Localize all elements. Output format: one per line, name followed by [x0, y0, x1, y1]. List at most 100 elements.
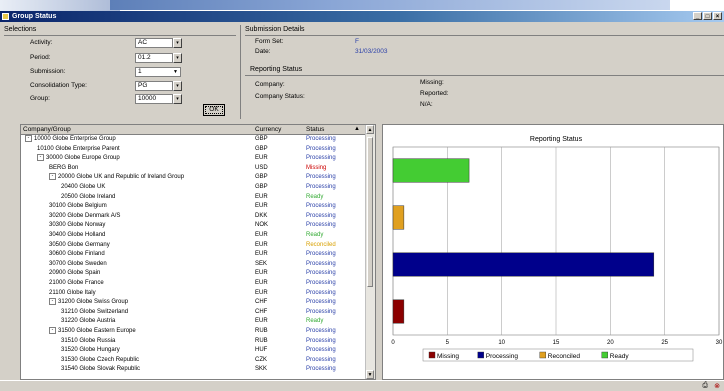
column-currency[interactable]: Currency [255, 125, 281, 134]
expand-collapse-icon[interactable]: - [49, 327, 56, 334]
tree-row-name: 10100 Globe Enterprise Parent [37, 145, 120, 153]
tree-row[interactable]: -20000 Globe UK and Republic of Ireland … [21, 173, 367, 181]
tree-row-label: 30500 Globe Germany [49, 241, 110, 248]
tree-row[interactable]: 20500 Globe Ireland EUR Ready [21, 193, 367, 201]
close-button[interactable]: × [713, 12, 722, 20]
activity-spinner[interactable]: ▾ [173, 38, 182, 48]
column-status[interactable]: Status [306, 125, 324, 134]
tree-row[interactable]: 30300 Globe Norway NOK Processing [21, 221, 367, 229]
tree-row-name: -20000 Globe UK and Republic of Ireland … [49, 173, 184, 181]
tree-row-name: 30200 Globe Denmark A/S [49, 212, 120, 220]
column-sort-icon[interactable]: ▲ [354, 125, 360, 134]
tree-row[interactable]: -31500 Globe Eastern Europe RUB Processing [21, 327, 367, 335]
period-spinner[interactable]: ▾ [173, 53, 182, 63]
tree-row-label: 30300 Globe Norway [49, 222, 106, 229]
tree-row[interactable]: 31520 Globe Hungary HUF Processing [21, 346, 367, 354]
reported-label: Reported: [420, 90, 449, 97]
tree-row[interactable]: 30700 Globe Sweden SEK Processing [21, 260, 367, 268]
tree-row-name: -31200 Globe Swiss Group [49, 298, 128, 306]
tree-row-label: 30100 Globe Belgium [49, 203, 107, 210]
tree-row[interactable]: -31200 Globe Swiss Group CHF Processing [21, 298, 367, 306]
group-spinner[interactable]: ▾ [173, 94, 182, 104]
tree-row[interactable]: 21000 Globe France EUR Processing [21, 279, 367, 287]
tree-row-name: 31510 Globe Russia [61, 337, 115, 345]
group-field[interactable]: 10000 [135, 94, 173, 104]
x-tick-label: 20 [607, 340, 614, 346]
tree-row-name: 30100 Globe Belgium [49, 202, 107, 210]
tree-row-label: 31200 Globe Swiss Group [58, 299, 129, 306]
tree-row-status: Missing [306, 164, 327, 171]
x-tick-label: 25 [661, 340, 668, 346]
tree-row-name: 30600 Globe Finland [49, 250, 105, 258]
tree-row-name: 30500 Globe Germany [49, 241, 110, 249]
tree-row[interactable]: 30600 Globe Finland EUR Processing [21, 250, 367, 258]
tree-row[interactable]: 30400 Globe Holland EUR Ready [21, 231, 367, 239]
reporting-status-chart: Reporting Status 0 5 10 15 20 25 30 Missing Proce… [382, 124, 724, 380]
legend-label: Ready [610, 353, 630, 360]
tree-row-status: Processing [306, 270, 336, 277]
tree-row-currency: HUF [255, 347, 268, 354]
titlebar: Group Status _ □ × [0, 11, 724, 22]
expand-collapse-icon[interactable]: - [49, 173, 56, 181]
tree-scrollbar[interactable]: ▲ ▼ [365, 125, 375, 379]
tree-row[interactable]: 20400 Globe UK GBP Processing [21, 183, 367, 191]
tree-row[interactable]: 10100 Globe Enterprise Parent GBP Processi… [21, 145, 367, 153]
tree-row-status: Ready [306, 193, 324, 200]
tree-row-status: Processing [306, 251, 336, 258]
scroll-up-arrow[interactable]: ▲ [366, 125, 374, 134]
tree-row[interactable]: 30100 Globe Belgium EUR Processing [21, 202, 367, 210]
tree-row[interactable]: 31530 Globe Czech Republic CZK Processing [21, 356, 367, 364]
tree-row[interactable]: 20900 Globe Spain EUR Processing [21, 269, 367, 277]
tree-row[interactable]: 31540 Globe Slovak Republic SKK Processing [21, 365, 367, 373]
consolidation-spinner[interactable]: ▾ [173, 81, 182, 91]
na-label: N/A: [420, 101, 433, 108]
tree-row[interactable]: 30500 Globe Germany EUR Reconciled [21, 241, 367, 249]
minimize-button[interactable]: _ [693, 12, 702, 20]
tree-row-currency: EUR [255, 241, 268, 248]
maximize-button[interactable]: □ [703, 12, 712, 20]
exit-icon[interactable]: ⊗ [714, 382, 720, 390]
tree-row[interactable]: 31210 Globe Switzerland CHF Processing [21, 308, 367, 316]
chevron-down-icon[interactable]: ▼ [171, 68, 180, 76]
tree-row-label: 30700 Globe Sweden [49, 260, 107, 267]
ok-button[interactable]: OK [203, 104, 225, 116]
consolidation-type-field[interactable]: PG [135, 81, 173, 91]
tree-row[interactable]: BERG Bon USD Missing [21, 164, 367, 172]
x-tick-label: 30 [716, 340, 723, 346]
column-company-group[interactable]: Company/Group [23, 125, 71, 134]
tree-row[interactable]: -30000 Globe Europe Group EUR Processing [21, 154, 367, 162]
bar-missing [392, 299, 405, 324]
activity-field[interactable]: AC [135, 38, 173, 48]
scroll-thumb[interactable] [367, 137, 373, 287]
legend-swatch [539, 351, 547, 359]
bar-ready [392, 158, 470, 183]
tree-header: Company/Group Currency Status ▲ [21, 125, 367, 135]
tree-row-label: 20400 Globe UK [61, 184, 106, 190]
tree-row[interactable]: -10000 Globe Enterprise Group GBP Processi… [21, 135, 367, 143]
app-icon [2, 13, 9, 20]
tree-row-label: 30200 Globe Denmark A/S [49, 212, 121, 219]
tree-row-label: 31520 Globe Hungary [61, 347, 120, 354]
company-tree-list[interactable]: Company/Group Currency Status ▲ -10000 G… [20, 124, 376, 380]
expand-collapse-icon[interactable]: - [49, 298, 56, 306]
printer-icon[interactable]: ⎙ [702, 382, 708, 390]
tree-row-name: -31500 Globe Eastern Europe [49, 327, 136, 335]
scroll-down-arrow[interactable]: ▼ [366, 370, 374, 379]
chart-title: Reporting Status [530, 136, 583, 143]
tree-row[interactable]: 31220 Globe Austria EUR Ready [21, 317, 367, 325]
tree-row[interactable]: 21100 Globe Italy EUR Processing [21, 289, 367, 297]
consolidation-type-label: Consolidation Type: [30, 82, 87, 89]
tree-row-name: 30700 Globe Sweden [49, 260, 107, 268]
tree-row-currency: CHF [255, 308, 268, 315]
tree-row[interactable]: 31510 Globe Russia RUB Processing [21, 337, 367, 345]
tree-row-name: -10000 Globe Enterprise Group [25, 135, 116, 143]
expand-collapse-icon[interactable]: - [25, 135, 32, 142]
period-field[interactable]: 01.2 [135, 53, 173, 63]
tree-row-currency: EUR [255, 155, 268, 162]
group-status-window: Group Status _ □ × Selections Activity: … [0, 11, 724, 391]
tree-row-currency: NOK [255, 222, 269, 229]
expand-collapse-icon[interactable]: - [37, 154, 44, 162]
tree-row[interactable]: 30200 Globe Denmark A/S DKK Processing [21, 212, 367, 220]
group-label: Group: [30, 95, 50, 102]
tree-row-status: Processing [306, 347, 336, 354]
